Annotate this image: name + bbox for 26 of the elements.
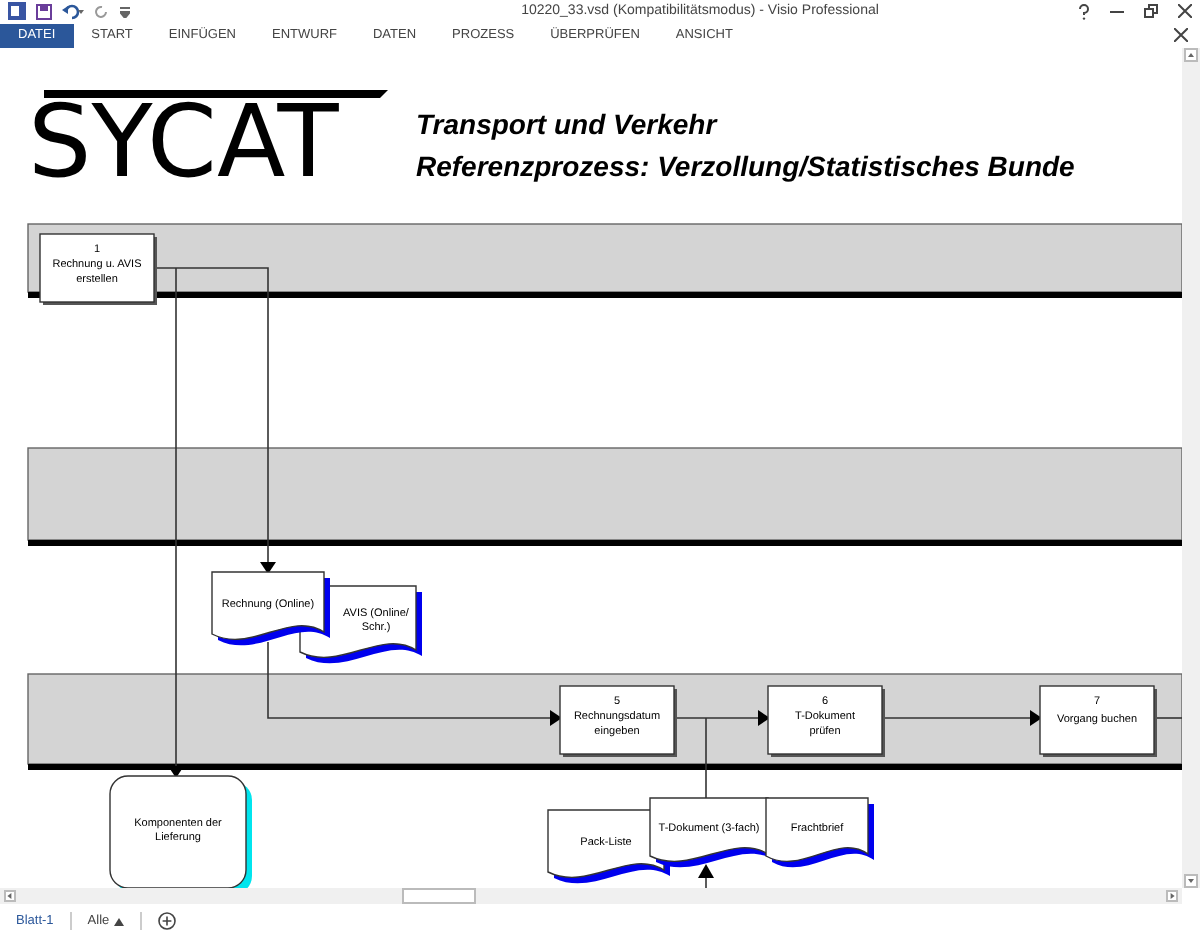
close-icon[interactable] (1178, 4, 1192, 18)
undo-icon[interactable] (62, 3, 84, 19)
app-icon[interactable] (8, 2, 26, 20)
process-box (39, 233, 157, 305)
scroll-right-icon[interactable] (1166, 890, 1178, 902)
process-box (1039, 685, 1157, 757)
diagram-title: Transport und Verkehr (416, 108, 717, 140)
help-icon[interactable] (1078, 3, 1090, 19)
save-icon[interactable] (36, 3, 52, 19)
diagram-title: Referenzprozess: Verzollung/Statistisches Bunde (416, 150, 1075, 182)
caret-icon[interactable] (113, 917, 124, 925)
scroll-down-icon[interactable] (1184, 874, 1198, 888)
scroll-up-icon[interactable] (1184, 48, 1198, 62)
restore-icon[interactable] (1144, 4, 1158, 18)
close-icon[interactable] (1174, 28, 1188, 42)
document-shape (765, 797, 874, 868)
scroll-thumb[interactable] (402, 888, 476, 904)
customize-icon[interactable] (120, 5, 130, 17)
logo: SYCAT (28, 84, 388, 200)
add-sheet-icon[interactable] (157, 912, 176, 930)
terminal-shape (109, 775, 252, 888)
scroll-left-icon[interactable] (4, 890, 16, 902)
process-box (767, 685, 885, 757)
document-shape (211, 571, 330, 646)
process-box (559, 685, 677, 757)
redo-icon[interactable] (94, 3, 110, 19)
